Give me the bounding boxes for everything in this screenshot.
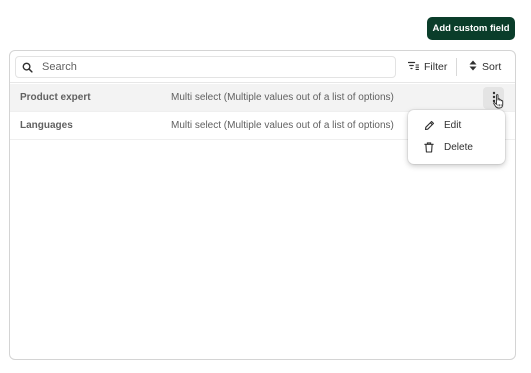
search-icon [22,62,33,73]
menu-item-label: Edit [444,120,462,131]
field-type: Multi select (Multiple values out of a l… [171,120,394,131]
menu-item-label: Delete [444,142,473,153]
pencil-icon [423,120,435,132]
sort-button[interactable]: Sort [469,58,501,76]
filter-button[interactable]: Filter [407,58,448,76]
custom-fields-card: Filter Sort Product expert Multi select … [9,50,516,360]
search-input[interactable] [42,61,362,73]
table-toolbar: Filter Sort [10,51,515,83]
filter-icon [407,61,420,74]
add-custom-field-button[interactable]: Add custom field [427,17,515,40]
table-row[interactable]: Product expert Multi select (Multiple va… [10,84,515,112]
menu-item-delete[interactable]: Delete [412,137,501,158]
search-box[interactable] [15,56,396,78]
sort-label: Sort [482,61,502,73]
row-actions-menu: Edit Delete [408,110,505,164]
hand-cursor-icon [493,94,505,114]
toolbar-divider [456,58,457,76]
field-type: Multi select (Multiple values out of a l… [171,92,394,103]
field-name: Product expert [20,92,91,103]
filter-label: Filter [424,61,448,73]
sort-icon [469,60,477,74]
trash-icon [423,142,435,154]
menu-item-edit[interactable]: Edit [412,115,501,136]
field-name: Languages [20,120,73,131]
